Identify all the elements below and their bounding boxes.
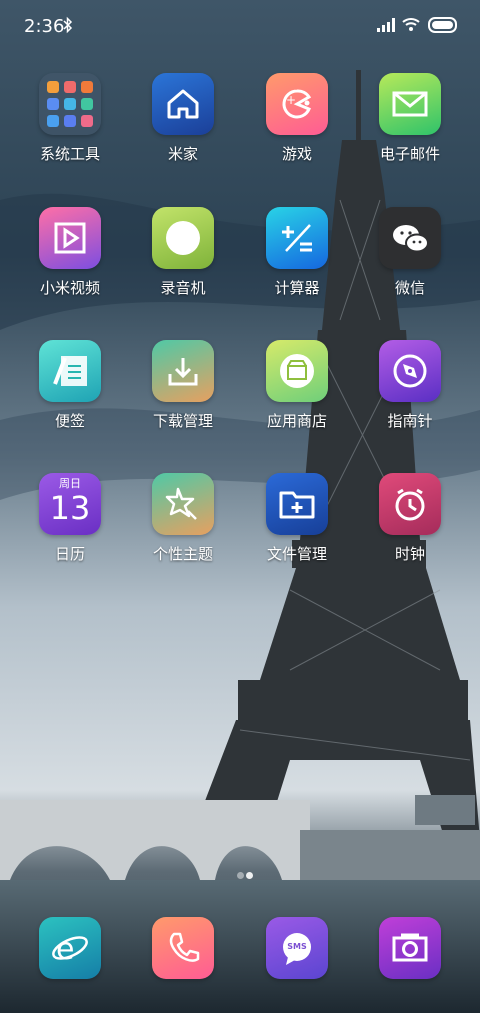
folder-icon [39, 73, 101, 135]
app-file-manager[interactable]: 文件管理 [242, 473, 352, 593]
app-label: 游戏 [281, 145, 312, 163]
theme-icon [152, 473, 214, 535]
sms-icon: SMS [266, 917, 328, 979]
app-label: 个性主题 [152, 545, 213, 563]
app-label: 应用商店 [266, 412, 327, 430]
page-indicator [0, 872, 480, 882]
app-label: 计算器 [274, 279, 320, 297]
app-label: 指南针 [387, 412, 433, 430]
gamepad-icon: + [266, 73, 328, 135]
notes-icon [39, 340, 101, 402]
camera-icon [379, 917, 441, 979]
app-clock[interactable]: 时钟 [355, 473, 465, 593]
app-notes[interactable]: 便签 [15, 340, 125, 460]
app-label: 下载管理 [152, 412, 213, 430]
cellular-signal-icon [377, 18, 395, 32]
app-calculator[interactable]: 计算器 [242, 207, 352, 327]
app-recorder[interactable]: 录音机 [128, 207, 238, 327]
calculator-icon [266, 207, 328, 269]
app-calendar[interactable]: 周日 13 日历 [15, 473, 125, 593]
app-label: 系统工具 [39, 145, 100, 163]
app-compass[interactable]: 指南针 [355, 340, 465, 460]
compass-icon [379, 340, 441, 402]
home-icon [152, 73, 214, 135]
app-label: 文件管理 [266, 545, 327, 563]
svg-text:e: e [56, 932, 74, 967]
record-icon [152, 207, 214, 269]
download-icon [152, 340, 214, 402]
app-label: 微信 [394, 279, 425, 297]
app-themes[interactable]: 个性主题 [128, 473, 238, 593]
play-icon [39, 207, 101, 269]
svg-text:+: + [286, 93, 296, 107]
dock-browser[interactable]: e [15, 917, 125, 987]
mail-icon [379, 73, 441, 135]
app-wechat[interactable]: 微信 [355, 207, 465, 327]
store-icon [266, 340, 328, 402]
app-label: 电子邮件 [379, 145, 440, 163]
app-label: 时钟 [394, 545, 425, 563]
clock-time: 2:36 [24, 16, 65, 37]
app-system-tools[interactable]: 系统工具 [15, 73, 125, 193]
app-store[interactable]: 应用商店 [242, 340, 352, 460]
browser-icon: e [39, 917, 101, 979]
battery-icon [428, 17, 457, 33]
app-label: 便签 [54, 412, 85, 430]
status-bar: 2:36 [0, 0, 480, 52]
folder-add-icon [266, 473, 328, 535]
bluetooth-icon [63, 16, 73, 34]
app-downloads[interactable]: 下载管理 [128, 340, 238, 460]
dock-messages[interactable]: SMS [242, 917, 352, 987]
wifi-icon [402, 18, 420, 31]
dock-phone[interactable] [128, 917, 238, 987]
phone-icon [152, 917, 214, 979]
app-label: 小米视频 [39, 279, 100, 297]
app-mi-video[interactable]: 小米视频 [15, 207, 125, 327]
wechat-icon [379, 207, 441, 269]
app-mi-home[interactable]: 米家 [128, 73, 238, 193]
clock-icon [379, 473, 441, 535]
sms-text: SMS [287, 942, 307, 951]
app-email[interactable]: 电子邮件 [355, 73, 465, 193]
dock-camera[interactable] [355, 917, 465, 987]
app-games[interactable]: + 游戏 [242, 73, 352, 193]
app-label: 日历 [54, 545, 85, 563]
app-label: 录音机 [160, 279, 206, 297]
page-dot-active[interactable] [246, 872, 253, 879]
calendar-day: 13 [49, 489, 91, 527]
calendar-icon: 周日 13 [39, 473, 101, 535]
app-label: 米家 [167, 145, 198, 163]
page-dot[interactable] [237, 872, 244, 879]
